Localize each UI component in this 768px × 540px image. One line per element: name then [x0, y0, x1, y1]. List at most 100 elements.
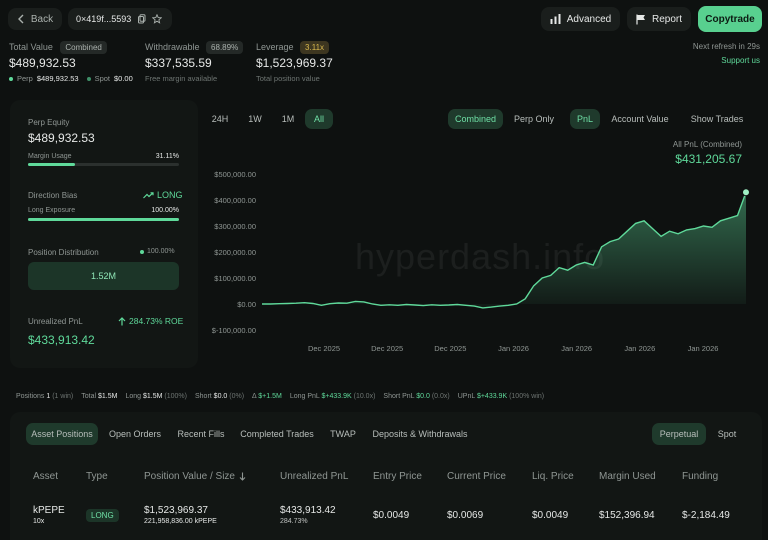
chevron-left-icon [17, 14, 24, 24]
copy-icon[interactable] [137, 14, 146, 24]
positions-value: 1 [46, 393, 51, 400]
total-value: $489,932.53 [9, 56, 76, 70]
watermark-text: hyperdash.info [355, 236, 606, 277]
position-distribution-pct: 100.00% [147, 248, 175, 255]
perp-dot-icon [9, 76, 13, 81]
support-link[interactable]: Support us [721, 56, 760, 65]
range-1w[interactable]: 1W [241, 109, 269, 129]
col-liq-price[interactable]: Liq. Price [532, 471, 574, 482]
col-funding[interactable]: Funding [682, 471, 718, 482]
row-position-size: 221,958,836.00 kPEPE [144, 518, 217, 525]
long-exposure-value: 100.00% [151, 207, 179, 214]
col-unrealized-pnl[interactable]: Unrealized PnL [280, 471, 348, 482]
unrealized-pnl-label: Unrealized PnL [28, 317, 83, 326]
leverage-label: Leverage [256, 42, 294, 52]
long-label: Long [125, 393, 142, 400]
leverage-value: $1,523,969.37 [256, 56, 333, 70]
refresh-timer: Next refresh in 29s [692, 42, 760, 51]
margin-usage-bar [28, 163, 179, 166]
metric-pnl[interactable]: PnL [570, 109, 600, 129]
total-value-stat: $1.5M [97, 393, 118, 400]
advanced-label: Advanced [566, 13, 612, 25]
row-current-price: $0.0069 [447, 510, 484, 521]
upnl-label: UPnL [457, 393, 475, 400]
col-type[interactable]: Type [86, 471, 108, 482]
row-entry-price: $0.0049 [373, 510, 410, 521]
x-tick-label: Dec 2025 [371, 344, 403, 353]
row-asset[interactable]: kPEPE [33, 505, 65, 516]
report-button[interactable]: Report [627, 7, 691, 31]
col-margin-used[interactable]: Margin Used [599, 471, 656, 482]
report-label: Report [651, 13, 682, 25]
total-label: Total [81, 393, 97, 400]
col-entry-price[interactable]: Entry Price [373, 471, 422, 482]
col-asset[interactable]: Asset [33, 471, 58, 482]
pnl-last-point [742, 188, 750, 197]
withdrawable-value: $337,535.59 [145, 56, 212, 70]
tab-twap[interactable]: TWAP [326, 423, 360, 445]
mode-perp-only[interactable]: Perp Only [508, 109, 560, 129]
unrealized-roe-row: 284.73% ROE [118, 316, 183, 326]
direction-bias: LONG [143, 190, 183, 200]
star-icon[interactable] [152, 14, 163, 24]
positions-stat-bar: Positions 1 (1 win) Total $1.5M Long $1.… [16, 393, 544, 400]
long-exposure-label: Long Exposure [28, 207, 76, 214]
y-tick-label: $200,000.00 [214, 248, 256, 257]
range-24h[interactable]: 24H [206, 109, 234, 129]
x-tick-label: Jan 2026 [624, 344, 655, 353]
copytrade-button[interactable]: Copytrade [698, 6, 762, 32]
long-pnl-label: Long PnL [289, 393, 320, 400]
leverage-sub: Total position value [256, 74, 320, 83]
x-tick-label: Jan 2026 [561, 344, 592, 353]
row-leverage: 10x [33, 518, 45, 525]
tab-asset-positions[interactable]: Asset Positions [26, 423, 98, 445]
short-pnl-value: $0.0 [416, 393, 430, 400]
tab-open-orders[interactable]: Open Orders [106, 423, 164, 445]
bar-chart-icon [550, 14, 561, 24]
y-tick-label: $300,000.00 [214, 222, 256, 231]
trend-up-icon [143, 191, 154, 198]
long-exposure-fill [28, 218, 179, 221]
short-pnl-pct: (0.0x) [431, 393, 450, 400]
perp-spot-breakdown: Perp $489,932.53 Spot $0.00 [9, 74, 133, 83]
position-distribution-block[interactable]: 1.52M [28, 262, 179, 290]
back-button[interactable]: Back [8, 8, 62, 30]
sort-down-icon[interactable] [239, 472, 246, 481]
range-all[interactable]: All [305, 109, 333, 129]
spot-label: Spot [94, 74, 110, 83]
row-pnl: $433,913.42 [280, 505, 336, 516]
tab-deposits-withdrawals[interactable]: Deposits & Withdrawals [370, 423, 470, 445]
range-1m[interactable]: 1M [274, 109, 302, 129]
advanced-button[interactable]: Advanced [541, 7, 620, 31]
col-position-value[interactable]: Position Value / Size [144, 471, 246, 482]
perp-value: $489,932.53 [36, 74, 79, 83]
withdrawable-label-row: Withdrawable 68.89% [145, 41, 244, 54]
positions-sub: (1 win) [52, 393, 74, 400]
tab-completed-trades[interactable]: Completed Trades [238, 423, 316, 445]
long-pnl-pct: (10.0x) [353, 393, 376, 400]
delta-value: $+1.5M [258, 393, 282, 400]
tab-recent-fills[interactable]: Recent Fills [174, 423, 228, 445]
margin-usage-label: Margin Usage [28, 153, 72, 160]
withdrawable-label: Withdrawable [145, 42, 200, 52]
perp-equity-value: $489,932.53 [28, 131, 95, 145]
y-tick-label: $100,000.00 [214, 274, 256, 283]
address-chip[interactable]: 0×419f...5593 [68, 8, 172, 30]
metric-account-value[interactable]: Account Value [606, 109, 674, 129]
row-pnl-pct: 284.73% [280, 518, 308, 525]
upnl-value: $+433.9K [476, 393, 508, 400]
show-trades-button[interactable]: Show Trades [684, 109, 750, 129]
withdrawable-sub: Free margin available [145, 74, 218, 83]
mode-combined[interactable]: Combined [448, 109, 503, 129]
market-perpetual[interactable]: Perpetual [652, 423, 706, 445]
y-tick-label: $400,000.00 [214, 196, 256, 205]
long-pnl-value: $+433.9K [321, 393, 352, 400]
market-spot[interactable]: Spot [712, 423, 742, 445]
perp-equity-label: Perp Equity [28, 118, 70, 127]
position-distribution-pct-row: 100.00% [140, 248, 175, 255]
direction-bias-value: LONG [157, 190, 183, 200]
col-current-price[interactable]: Current Price [447, 471, 506, 482]
copytrade-label: Copytrade [705, 13, 755, 25]
leverage-label-row: Leverage 3.11x [256, 41, 330, 54]
withdrawable-pct-badge: 68.89% [206, 41, 244, 54]
